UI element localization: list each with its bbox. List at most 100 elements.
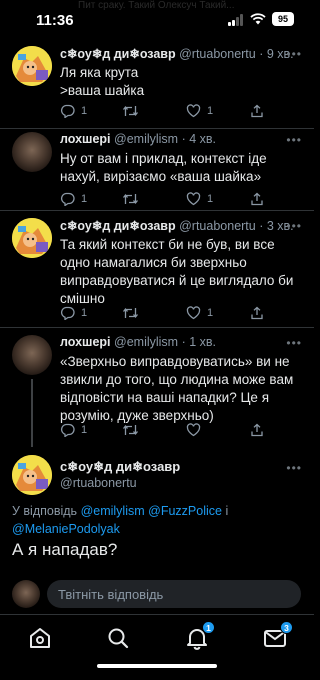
more-options-icon[interactable]: ••• — [286, 219, 302, 233]
messages-badge: 3 — [280, 621, 293, 634]
tab-home[interactable] — [27, 625, 53, 651]
reply-count: 1 — [81, 424, 88, 436]
display-name[interactable]: лохшері — [60, 335, 111, 349]
heart-icon — [186, 192, 201, 206]
tweet-actions: 1 — [60, 423, 300, 439]
tweet-4[interactable]: лохшері @emilylism · 1 хв. ••• «Зверхньо… — [0, 335, 314, 447]
status-time: 11:36 — [36, 12, 74, 29]
heart-icon — [186, 104, 201, 118]
handle: @rtuabonertu — [179, 219, 256, 233]
reply-composer — [0, 574, 314, 614]
cellular-signal-icon — [228, 14, 246, 26]
display-name[interactable]: с❄оу❄д ди❄озавр — [60, 219, 176, 233]
search-icon — [108, 628, 129, 649]
retweet-icon — [122, 424, 139, 436]
reply-input[interactable] — [47, 580, 301, 608]
mention-link[interactable]: @FuzzPolice — [148, 504, 222, 518]
tweet-text: Ля яка крута >ваша шайка — [60, 65, 145, 98]
tweet-header: с❄оу❄д ди❄озавр @rtuabonertu · 3 хв. — [60, 218, 304, 234]
divider — [0, 128, 314, 129]
reply-count: 1 — [81, 105, 88, 117]
reply-prefix: У відповідь — [12, 504, 78, 518]
reply-button[interactable]: 1 — [60, 423, 87, 437]
tweet-text: Та який контекст би не був, ви все одно … — [60, 237, 294, 306]
status-bar: Пит сраку. Такий Олексуч Такий... 11:36 … — [0, 0, 314, 40]
reply-button[interactable]: 1 — [60, 104, 87, 118]
wifi-icon — [250, 13, 266, 25]
mention-link[interactable]: @MelaniePodolyak — [12, 522, 120, 536]
avatar[interactable] — [12, 335, 52, 375]
tab-search[interactable] — [105, 625, 131, 651]
like-button[interactable]: 1 — [186, 104, 213, 118]
like-count: 1 — [207, 193, 214, 205]
avatar[interactable] — [12, 46, 52, 86]
heart-icon — [186, 306, 201, 320]
reply-count: 1 — [81, 193, 88, 205]
like-count: 1 — [207, 307, 214, 319]
more-options-icon[interactable]: ••• — [286, 47, 302, 61]
reply-button[interactable]: 1 — [60, 306, 87, 320]
display-name[interactable]: лохшері — [60, 132, 111, 146]
share-icon — [251, 423, 263, 437]
tab-notifications[interactable]: 1 — [184, 621, 215, 651]
tweet-actions: 1 1 — [60, 192, 300, 208]
share-button[interactable] — [250, 423, 264, 437]
retweet-button[interactable] — [122, 192, 145, 206]
thread-line — [31, 379, 33, 447]
reply-button[interactable]: 1 — [60, 192, 87, 206]
timestamp: · 1 хв. — [181, 335, 217, 349]
tweet-text: Ну от вам і приклад, контекст іде нахуй,… — [60, 151, 267, 184]
like-button[interactable]: 1 — [186, 192, 213, 206]
own-avatar — [12, 580, 40, 608]
avatar[interactable] — [12, 132, 52, 172]
like-button[interactable] — [186, 423, 207, 437]
tab-bar: 1 3 — [0, 614, 314, 680]
home-indicator — [97, 664, 217, 668]
mention-link[interactable]: @emilylism — [81, 504, 145, 518]
handle: @emilylism — [114, 335, 179, 349]
reply-icon — [60, 192, 75, 206]
retweet-button[interactable] — [122, 306, 145, 320]
tweet-header: с❄оу❄д ди❄озавр @rtuabonertu · 9 хв. — [60, 46, 304, 62]
retweet-icon — [122, 105, 139, 117]
divider — [0, 327, 314, 328]
like-count: 1 — [207, 105, 214, 117]
share-button[interactable] — [250, 104, 264, 118]
display-name[interactable]: с❄оу❄д ди❄озавр — [60, 459, 180, 475]
heart-icon — [186, 423, 201, 437]
handle: @emilylism — [114, 132, 179, 146]
retweet-icon — [122, 307, 139, 319]
home-icon — [30, 628, 50, 648]
timestamp: · 4 хв. — [181, 132, 217, 146]
tab-messages[interactable]: 3 — [262, 621, 293, 651]
more-options-icon[interactable]: ••• — [286, 133, 302, 147]
reply-to-line: У відповідь @emilylism @FuzzPolice і @Me… — [12, 502, 302, 538]
share-button[interactable] — [250, 192, 264, 206]
retweet-icon — [122, 193, 139, 205]
reply-icon — [60, 423, 75, 437]
reply-count: 1 — [81, 307, 88, 319]
more-options-icon[interactable]: ••• — [286, 461, 302, 475]
more-options-icon[interactable]: ••• — [286, 336, 302, 350]
retweet-button[interactable] — [122, 423, 145, 437]
faded-background-text: Пит сраку. Такий Олексуч Такий... — [78, 0, 235, 11]
tweet-header: лохшері @emilylism · 1 хв. — [60, 335, 304, 351]
notifications-badge: 1 — [202, 621, 215, 634]
display-name[interactable]: с❄оу❄д ди❄озавр — [60, 47, 176, 61]
focused-tweet-text: А я нападав? — [12, 540, 118, 559]
tweet-header: лохшері @emilylism · 4 хв. — [60, 132, 304, 148]
retweet-button[interactable] — [122, 104, 145, 118]
battery-indicator: 95 — [272, 12, 294, 26]
handle: @rtuabonertu — [60, 476, 137, 490]
avatar[interactable] — [12, 218, 52, 258]
avatar[interactable] — [12, 455, 52, 495]
like-button[interactable]: 1 — [186, 306, 213, 320]
tweet-actions: 1 1 — [60, 306, 300, 322]
share-icon — [251, 104, 263, 118]
tweet-3[interactable]: с❄оу❄д ди❄озавр @rtuabonertu · 3 хв. •••… — [0, 218, 314, 326]
tweet-2[interactable]: лохшері @emilylism · 4 хв. ••• Ну от вам… — [0, 132, 314, 210]
share-button[interactable] — [250, 306, 264, 320]
handle: @rtuabonertu — [179, 47, 256, 61]
reply-icon — [60, 306, 75, 320]
tweet-1[interactable]: с❄оу❄д ди❄озавр @rtuabonertu · 9 хв. •••… — [0, 46, 314, 126]
